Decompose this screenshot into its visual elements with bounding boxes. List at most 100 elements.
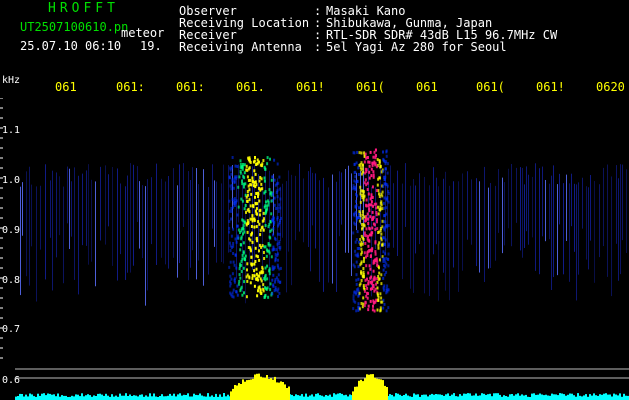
echo-pixel <box>357 216 360 219</box>
echo-pixel <box>247 246 250 249</box>
echo-pixel <box>273 178 276 182</box>
echo-pixel <box>387 264 390 268</box>
antenna-label: Receiving Antenna <box>179 40 302 54</box>
echo-pixel <box>252 205 255 209</box>
echo-pixel <box>369 150 372 154</box>
noise-streak <box>67 166 68 224</box>
echo-pixel <box>239 248 242 252</box>
time-tick: 061: <box>176 80 205 94</box>
noise-streak <box>345 168 346 253</box>
noise-floor-bar <box>495 393 497 400</box>
echo-pixel <box>370 200 373 204</box>
noise-floor-bar <box>53 394 55 400</box>
echo-pixel <box>278 242 281 246</box>
noise-floor-bar <box>605 393 607 400</box>
datetime-label: 25.07.10 06:10 <box>20 39 122 53</box>
noise-streak <box>419 173 420 245</box>
echo-pixel <box>249 204 252 208</box>
noise-floor-bar <box>405 393 407 400</box>
echo-pixel <box>382 184 385 188</box>
echo-pixel <box>386 184 389 188</box>
echo-pixel <box>275 207 278 210</box>
echo-pixel <box>365 227 368 231</box>
echo-pixel <box>258 271 261 275</box>
echo-pixel <box>261 162 264 166</box>
noise-streak <box>433 167 434 255</box>
echo-pixel <box>263 176 266 180</box>
echo-pixel <box>243 171 246 175</box>
amplitude-bar <box>386 387 388 400</box>
noise-floor-bar <box>333 393 335 400</box>
noise-floor-bar <box>571 393 573 400</box>
echo-pixel <box>236 213 239 217</box>
echo-pixel <box>387 224 390 227</box>
echo-pixel <box>381 243 383 247</box>
echo-pixel <box>359 189 362 193</box>
echo-pixel <box>253 159 256 163</box>
echo-pixel <box>363 160 366 164</box>
echo-pixel <box>383 302 386 306</box>
echo-pixel <box>254 246 257 250</box>
noise-streak <box>462 173 463 271</box>
noise-streak <box>258 174 259 254</box>
echo-pixel <box>270 212 273 216</box>
amplitude-bar <box>272 379 274 400</box>
echo-pixel <box>253 169 256 173</box>
echo-pixel <box>353 265 356 269</box>
echo-pixel <box>359 263 362 267</box>
noise-floor-bar <box>311 394 313 400</box>
echo-pixel <box>387 288 390 292</box>
echo-pixel <box>254 260 257 263</box>
noise-floor-bar <box>601 394 603 400</box>
noise-floor-bar <box>175 396 177 400</box>
noise-streak <box>328 187 329 283</box>
echo-pixel <box>231 178 234 182</box>
noise-streak <box>56 172 57 258</box>
echo-pixel <box>230 234 233 238</box>
noise-streak <box>26 171 27 277</box>
echo-pixel <box>266 277 269 281</box>
noise-streak <box>436 177 437 245</box>
echo-pixel <box>256 239 259 243</box>
echo-pixel <box>232 252 235 255</box>
noise-floor-bar <box>301 394 303 400</box>
noise-floor-bar <box>531 393 533 400</box>
noise-floor-bar <box>19 393 21 400</box>
echo-pixel <box>231 198 234 201</box>
noise-floor-bar <box>135 395 137 400</box>
echo-pixel <box>354 240 357 244</box>
noise-floor-bar <box>497 393 499 400</box>
echo-pixel <box>354 187 357 191</box>
echo-pixel <box>384 182 387 186</box>
noise-floor-bar <box>25 394 27 400</box>
noise-floor-bar <box>119 393 121 400</box>
echo-pixel <box>267 295 270 299</box>
noise-streak <box>112 166 113 266</box>
noise-streak <box>574 183 575 252</box>
noise-streak <box>223 164 224 264</box>
echo-pixel <box>279 206 282 210</box>
noise-streak <box>120 183 121 255</box>
noise-streak <box>445 171 446 291</box>
echo-pixel <box>364 219 366 223</box>
echo-pixel <box>272 273 275 277</box>
noise-floor-bar <box>401 395 403 400</box>
echo-pixel <box>385 149 388 153</box>
echo-pixel <box>363 304 366 308</box>
noise-streak <box>221 183 222 262</box>
echo-pixel <box>244 258 247 262</box>
noise-floor-bar <box>439 394 441 400</box>
echo-pixel <box>257 191 259 195</box>
echo-pixel <box>239 276 242 280</box>
amplitude-bar <box>370 374 372 400</box>
noise-floor-bar <box>449 395 451 400</box>
noise-streak <box>315 173 316 249</box>
noise-floor-bar <box>523 395 525 400</box>
echo-pixel <box>254 195 256 199</box>
echo-pixel <box>356 247 359 250</box>
echo-pixel <box>374 300 377 304</box>
noise-streak <box>571 173 572 227</box>
noise-streak <box>479 181 480 273</box>
echo-pixel <box>372 155 375 159</box>
noise-floor-bar <box>165 396 167 400</box>
